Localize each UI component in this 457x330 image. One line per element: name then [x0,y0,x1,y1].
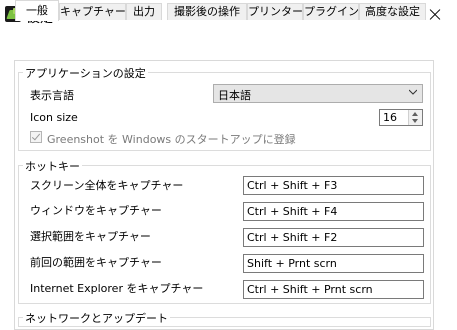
chevron-down-icon [409,89,417,95]
application-settings-label: アプリケーションの設定 [23,65,148,81]
tab-output[interactable]: 出力 [126,3,162,20]
hotkey-label-fullscreen: スクリーン全体をキャプチャー [30,179,184,192]
hotkey-label-last-region: 前回の範囲をキャプチャー [30,256,162,269]
icon-size-label: Icon size [30,111,78,124]
language-select[interactable]: 日本語 [213,84,423,103]
hotkey-input-last-region[interactable]: Shift + Prnt scrn [243,254,424,273]
hotkey-input-ie[interactable]: Ctrl + Shift + Prnt scrn [243,280,424,299]
tab-general[interactable]: 一般 [15,0,59,21]
hotkey-input-window[interactable]: Ctrl + Shift + F4 [243,202,424,221]
language-label: 表示言語 [30,89,74,102]
hotkey-label-region: 選択範囲をキャプチャー [30,230,151,243]
hotkey-label-ie: Internet Explorer をキャプチャー [30,282,204,295]
stepper-up-icon[interactable] [412,112,418,116]
tab-capture[interactable]: キャプチャー [59,3,126,20]
hotkey-input-fullscreen[interactable]: Ctrl + Shift + F3 [243,176,424,195]
tab-advanced[interactable]: 高度な設定 [359,3,426,20]
icon-size-stepper[interactable]: 16 [379,109,423,126]
icon-size-value: 16 [383,111,397,124]
network-update-label: ネットワークとアップデート [23,310,170,326]
language-value: 日本語 [218,89,251,102]
startup-label: Greenshot を Windows のスタートアップに登録 [47,133,296,146]
tab-printer[interactable]: プリンター [247,3,303,20]
stepper-down-icon[interactable] [412,119,418,123]
hotkey-label-window: ウィンドウをキャプチャー [30,204,162,217]
tab-plugins[interactable]: プラグイン [303,3,359,20]
hotkey-input-region[interactable]: Ctrl + Shift + F2 [243,228,424,247]
tab-after-capture[interactable]: 撮影後の操作 [167,3,247,20]
startup-checkbox[interactable] [30,131,42,143]
hotkeys-label: ホットキー [23,158,82,174]
